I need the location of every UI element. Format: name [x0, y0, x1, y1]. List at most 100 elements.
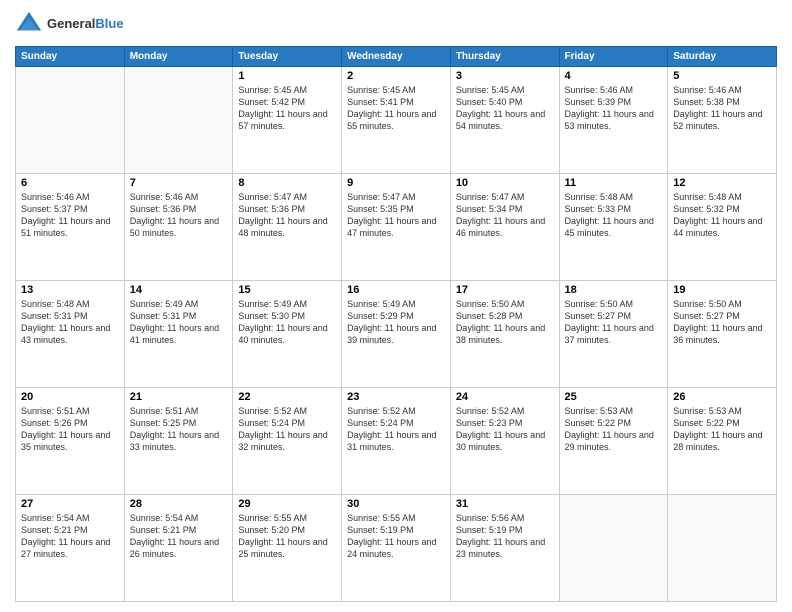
day-number: 31 [456, 498, 554, 510]
day-info: Daylight: 11 hours and 27 minutes. [21, 536, 119, 560]
logo-icon [15, 10, 43, 38]
day-info: Sunrise: 5:46 AM [565, 84, 663, 96]
day-info: Daylight: 11 hours and 30 minutes. [456, 429, 554, 453]
calendar-cell: 29Sunrise: 5:55 AMSunset: 5:20 PMDayligh… [233, 495, 342, 602]
day-info: Sunset: 5:31 PM [130, 310, 228, 322]
day-info: Sunrise: 5:49 AM [130, 298, 228, 310]
day-info: Sunrise: 5:55 AM [347, 512, 445, 524]
day-info: Daylight: 11 hours and 38 minutes. [456, 322, 554, 346]
day-number: 6 [21, 177, 119, 189]
day-info: Sunrise: 5:49 AM [238, 298, 336, 310]
day-header-monday: Monday [124, 47, 233, 67]
day-info: Daylight: 11 hours and 40 minutes. [238, 322, 336, 346]
day-header-wednesday: Wednesday [342, 47, 451, 67]
day-info: Sunset: 5:31 PM [21, 310, 119, 322]
calendar-cell: 2Sunrise: 5:45 AMSunset: 5:41 PMDaylight… [342, 67, 451, 174]
day-number: 17 [456, 284, 554, 296]
calendar-week-3: 13Sunrise: 5:48 AMSunset: 5:31 PMDayligh… [16, 281, 777, 388]
day-info: Sunrise: 5:54 AM [130, 512, 228, 524]
calendar-cell: 13Sunrise: 5:48 AMSunset: 5:31 PMDayligh… [16, 281, 125, 388]
day-info: Sunset: 5:36 PM [130, 203, 228, 215]
day-info: Sunrise: 5:47 AM [238, 191, 336, 203]
calendar-cell: 17Sunrise: 5:50 AMSunset: 5:28 PMDayligh… [450, 281, 559, 388]
calendar-cell: 16Sunrise: 5:49 AMSunset: 5:29 PMDayligh… [342, 281, 451, 388]
day-info: Daylight: 11 hours and 23 minutes. [456, 536, 554, 560]
calendar-cell: 12Sunrise: 5:48 AMSunset: 5:32 PMDayligh… [668, 174, 777, 281]
calendar-cell: 25Sunrise: 5:53 AMSunset: 5:22 PMDayligh… [559, 388, 668, 495]
day-number: 16 [347, 284, 445, 296]
day-info: Sunset: 5:21 PM [21, 524, 119, 536]
day-info: Daylight: 11 hours and 25 minutes. [238, 536, 336, 560]
calendar-cell: 18Sunrise: 5:50 AMSunset: 5:27 PMDayligh… [559, 281, 668, 388]
day-info: Sunrise: 5:47 AM [347, 191, 445, 203]
day-info: Sunrise: 5:46 AM [673, 84, 771, 96]
day-info: Sunrise: 5:51 AM [130, 405, 228, 417]
day-number: 29 [238, 498, 336, 510]
page: GeneralBlue SundayMondayTuesdayWednesday… [0, 0, 792, 612]
logo: GeneralBlue [15, 10, 124, 38]
day-info: Sunset: 5:32 PM [673, 203, 771, 215]
day-info: Sunrise: 5:50 AM [673, 298, 771, 310]
day-info: Sunrise: 5:55 AM [238, 512, 336, 524]
day-info: Sunset: 5:24 PM [347, 417, 445, 429]
day-info: Daylight: 11 hours and 57 minutes. [238, 108, 336, 132]
day-info: Sunset: 5:35 PM [347, 203, 445, 215]
calendar-cell: 24Sunrise: 5:52 AMSunset: 5:23 PMDayligh… [450, 388, 559, 495]
day-number: 7 [130, 177, 228, 189]
day-info: Sunrise: 5:47 AM [456, 191, 554, 203]
day-info: Sunset: 5:23 PM [456, 417, 554, 429]
day-info: Sunset: 5:36 PM [238, 203, 336, 215]
day-info: Daylight: 11 hours and 41 minutes. [130, 322, 228, 346]
calendar-cell: 28Sunrise: 5:54 AMSunset: 5:21 PMDayligh… [124, 495, 233, 602]
day-info: Sunrise: 5:53 AM [673, 405, 771, 417]
calendar-cell: 4Sunrise: 5:46 AMSunset: 5:39 PMDaylight… [559, 67, 668, 174]
calendar-cell: 11Sunrise: 5:48 AMSunset: 5:33 PMDayligh… [559, 174, 668, 281]
calendar-week-1: 1Sunrise: 5:45 AMSunset: 5:42 PMDaylight… [16, 67, 777, 174]
day-header-thursday: Thursday [450, 47, 559, 67]
calendar-cell: 14 Sunrise: 5:49 AMSunset: 5:31 PMDayligh… [124, 281, 233, 388]
calendar-cell [668, 495, 777, 602]
calendar-cell: 1Sunrise: 5:45 AMSunset: 5:42 PMDaylight… [233, 67, 342, 174]
day-number: 26 [673, 391, 771, 403]
day-number: 24 [456, 391, 554, 403]
day-info: Sunset: 5:38 PM [673, 96, 771, 108]
day-info: Daylight: 11 hours and 37 minutes. [565, 322, 663, 346]
calendar-cell: 22Sunrise: 5:52 AMSunset: 5:24 PMDayligh… [233, 388, 342, 495]
calendar-cell: 10Sunrise: 5:47 AMSunset: 5:34 PMDayligh… [450, 174, 559, 281]
logo-text: GeneralBlue [47, 16, 124, 32]
day-number: 19 [673, 284, 771, 296]
day-number: 30 [347, 498, 445, 510]
calendar-week-2: 6Sunrise: 5:46 AMSunset: 5:37 PMDaylight… [16, 174, 777, 281]
calendar-cell: 5Sunrise: 5:46 AMSunset: 5:38 PMDaylight… [668, 67, 777, 174]
day-number: 14 [130, 284, 228, 296]
calendar-cell: 8Sunrise: 5:47 AMSunset: 5:36 PMDaylight… [233, 174, 342, 281]
day-info: Daylight: 11 hours and 52 minutes. [673, 108, 771, 132]
day-info: Sunrise: 5:48 AM [673, 191, 771, 203]
day-number: 23 [347, 391, 445, 403]
day-info: Daylight: 11 hours and 31 minutes. [347, 429, 445, 453]
day-info: Sunset: 5:26 PM [21, 417, 119, 429]
day-info: Daylight: 11 hours and 39 minutes. [347, 322, 445, 346]
day-number: 22 [238, 391, 336, 403]
day-info: Sunset: 5:22 PM [673, 417, 771, 429]
day-info: Daylight: 11 hours and 43 minutes. [21, 322, 119, 346]
day-number: 11 [565, 177, 663, 189]
day-info: Sunset: 5:40 PM [456, 96, 554, 108]
day-info: Sunrise: 5:52 AM [238, 405, 336, 417]
day-number: 2 [347, 70, 445, 82]
calendar-cell: 30Sunrise: 5:55 AMSunset: 5:19 PMDayligh… [342, 495, 451, 602]
day-number: 4 [565, 70, 663, 82]
day-info: Sunset: 5:25 PM [130, 417, 228, 429]
header: GeneralBlue [15, 10, 777, 38]
day-header-sunday: Sunday [16, 47, 125, 67]
calendar-header-row: SundayMondayTuesdayWednesdayThursdayFrid… [16, 47, 777, 67]
calendar-cell: 19Sunrise: 5:50 AMSunset: 5:27 PMDayligh… [668, 281, 777, 388]
day-number: 21 [130, 391, 228, 403]
calendar-cell [124, 67, 233, 174]
day-info: Sunset: 5:19 PM [347, 524, 445, 536]
day-info: Sunset: 5:33 PM [565, 203, 663, 215]
day-info: Sunrise: 5:49 AM [347, 298, 445, 310]
day-info: Daylight: 11 hours and 26 minutes. [130, 536, 228, 560]
day-number: 28 [130, 498, 228, 510]
day-info: Daylight: 11 hours and 50 minutes. [130, 215, 228, 239]
